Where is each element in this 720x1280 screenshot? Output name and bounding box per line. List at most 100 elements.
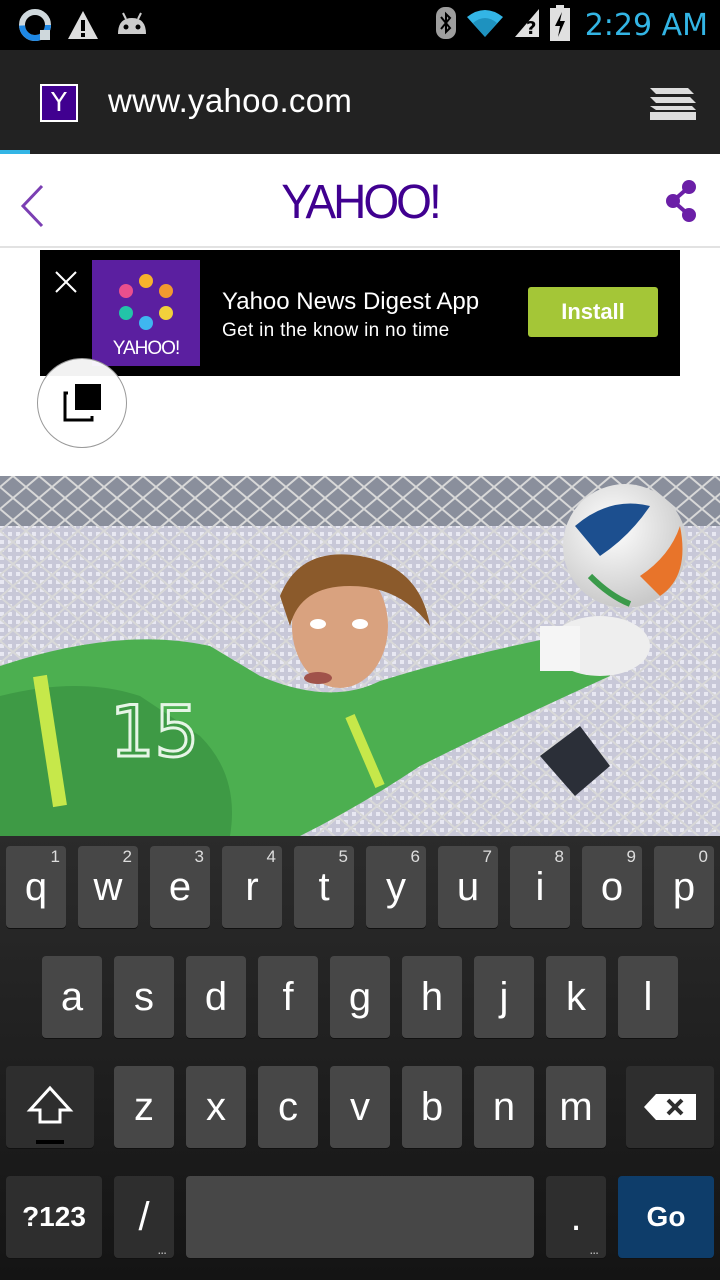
key-y[interactable]: y6 (366, 846, 426, 928)
key-number-hint: 8 (554, 847, 564, 866)
key-w[interactable]: w2 (78, 846, 138, 928)
warning-icon (66, 9, 100, 45)
bluetooth-icon (435, 6, 457, 44)
key-label: p (672, 865, 696, 909)
svg-text:15: 15 (110, 691, 199, 773)
key-g[interactable]: g (330, 956, 390, 1038)
key-number-hint: 0 (698, 847, 708, 866)
period-key[interactable]: . ... (546, 1176, 606, 1258)
key-o[interactable]: o9 (582, 846, 642, 928)
key-p[interactable]: p0 (654, 846, 714, 928)
key-label: h (420, 975, 444, 1019)
key-label: m (559, 1085, 593, 1129)
key-label: t (318, 865, 330, 909)
ad-subtitle: Get in the know in no time (222, 320, 450, 341)
key-label: u (456, 865, 480, 909)
key-label: k (566, 975, 586, 1019)
period-key-label: . (570, 1195, 582, 1239)
key-number-hint: 4 (266, 847, 276, 866)
key-label: c (278, 1085, 298, 1129)
key-label: a (60, 975, 84, 1019)
app-icon-label: YAHOO! (112, 338, 181, 359)
wifi-icon (465, 7, 505, 43)
yahoo-header: YAHOO! (0, 154, 720, 248)
sync-icon (18, 8, 52, 46)
key-label: r (245, 865, 259, 909)
key-c[interactable]: c (258, 1066, 318, 1148)
key-t[interactable]: t5 (294, 846, 354, 928)
key-d[interactable]: d (186, 956, 246, 1038)
key-x[interactable]: x (186, 1066, 246, 1148)
article-photo-goalkeeper[interactable]: 15 (0, 476, 720, 836)
symbols-key[interactable]: ?123 (6, 1176, 102, 1258)
key-l[interactable]: l (618, 956, 678, 1038)
slash-key-label: / (138, 1195, 150, 1239)
browser-url-bar[interactable]: Y www.yahoo.com (0, 50, 720, 154)
key-i[interactable]: i8 (510, 846, 570, 928)
key-number-hint: 2 (122, 847, 132, 866)
key-b[interactable]: b (402, 1066, 462, 1148)
battery-charging-icon (549, 4, 571, 46)
key-r[interactable]: r4 (222, 846, 282, 928)
key-label: e (168, 865, 192, 909)
fullscreen-toggle-button[interactable] (37, 358, 127, 448)
key-label: j (499, 975, 509, 1019)
news-digest-app-icon: YAHOO! (92, 260, 200, 366)
key-label: n (492, 1085, 516, 1129)
svg-text:?: ? (526, 18, 536, 39)
key-v[interactable]: v (330, 1066, 390, 1148)
tabs-menu-icon[interactable] (648, 84, 698, 122)
key-number-hint: 1 (50, 847, 60, 866)
backspace-key[interactable] (626, 1066, 714, 1148)
yahoo-logo[interactable]: YAHOO! (0, 173, 720, 230)
key-number-hint: 6 (410, 847, 420, 866)
key-number-hint: 9 (626, 847, 636, 866)
key-label: x (206, 1085, 226, 1129)
ad-title: Yahoo News Digest App (222, 288, 480, 315)
key-e[interactable]: e3 (150, 846, 210, 928)
key-label: f (282, 975, 294, 1019)
share-icon[interactable] (664, 178, 698, 228)
android-icon (114, 10, 150, 44)
key-h[interactable]: h (402, 956, 462, 1038)
key-label: o (600, 865, 624, 909)
site-favicon: Y (40, 84, 78, 122)
key-n[interactable]: n (474, 1066, 534, 1148)
key-number-hint: 5 (338, 847, 348, 866)
key-label: w (93, 865, 123, 909)
close-icon[interactable] (54, 270, 78, 294)
install-button[interactable]: Install (528, 287, 658, 337)
key-label: s (134, 975, 154, 1019)
signal-icon: ? (513, 7, 541, 43)
key-u[interactable]: u7 (438, 846, 498, 928)
key-number-hint: 3 (194, 847, 204, 866)
status-bar: ? 2:29 AM (0, 0, 720, 50)
key-z[interactable]: z (114, 1066, 174, 1148)
key-label: q (24, 865, 48, 909)
key-number-hint: 7 (482, 847, 492, 866)
web-page: YAHOO! YAHOO! Yahoo News Digest App Get … (0, 154, 720, 836)
key-m[interactable]: m (546, 1066, 606, 1148)
key-label: z (134, 1085, 154, 1129)
key-label: b (420, 1085, 444, 1129)
key-label: i (535, 865, 545, 909)
key-label: v (350, 1085, 370, 1129)
key-label: l (643, 975, 653, 1019)
key-k[interactable]: k (546, 956, 606, 1038)
shift-key[interactable] (6, 1066, 94, 1148)
soft-keyboard: q1w2e3r4t5y6u7i8o9p0 asdfghjkl zxcvbnm ?… (0, 836, 720, 1280)
status-time: 2:29 AM (584, 7, 708, 43)
key-label: y (386, 865, 406, 909)
app-install-ad[interactable]: YAHOO! Yahoo News Digest App Get in the … (40, 250, 680, 376)
key-label: g (348, 975, 372, 1019)
key-s[interactable]: s (114, 956, 174, 1038)
space-key[interactable] (186, 1176, 534, 1258)
key-f[interactable]: f (258, 956, 318, 1038)
key-j[interactable]: j (474, 956, 534, 1038)
key-label: d (204, 975, 228, 1019)
key-a[interactable]: a (42, 956, 102, 1038)
key-q[interactable]: q1 (6, 846, 66, 928)
go-key[interactable]: Go (618, 1176, 714, 1258)
slash-key[interactable]: / ... (114, 1176, 174, 1258)
url-text[interactable]: www.yahoo.com (108, 82, 352, 120)
